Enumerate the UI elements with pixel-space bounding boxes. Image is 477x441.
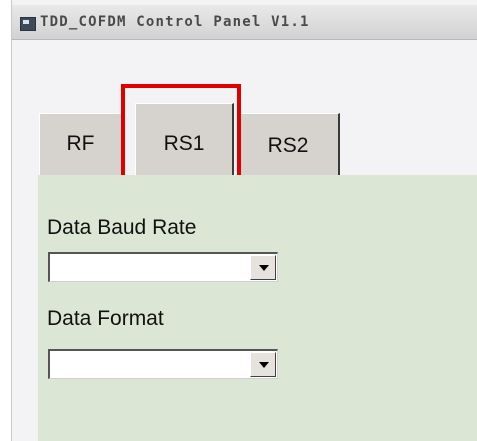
title-bar[interactable]: TDD_COFDM Control Panel V1.1 [12,5,477,40]
baud-rate-label: Data Baud Rate [47,216,197,239]
format-label: Data Format [47,307,164,330]
app-window-icon [20,17,36,31]
tab-rf[interactable]: RF [39,113,123,175]
baud-rate-select[interactable] [48,252,278,282]
chevron-down-icon [259,362,269,368]
format-dropdown-button[interactable] [250,352,276,377]
window-title: TDD_COFDM Control Panel V1.1 [40,14,310,30]
format-select[interactable] [48,349,278,379]
baud-rate-dropdown-button[interactable] [250,255,276,280]
tab-rs1[interactable]: RS1 [135,103,234,175]
chevron-down-icon [259,265,269,271]
tab-rs2[interactable]: RS2 [237,113,340,175]
